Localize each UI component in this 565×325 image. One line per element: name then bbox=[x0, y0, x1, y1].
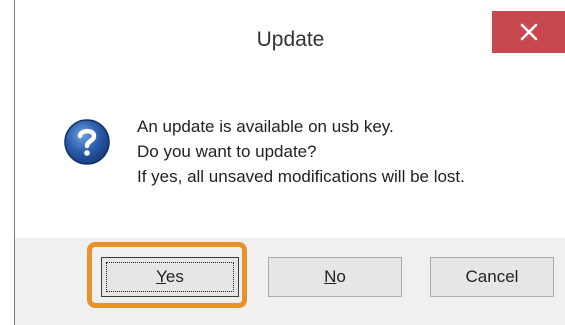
button-bar: Yes No Cancel bbox=[15, 238, 565, 325]
message-text: An update is available on usb key. Do yo… bbox=[137, 114, 465, 189]
question-icon bbox=[64, 119, 110, 165]
cancel-button[interactable]: Cancel bbox=[430, 257, 554, 297]
message-line: Do you want to update? bbox=[137, 142, 317, 161]
update-dialog: Update An update is available on usb key… bbox=[14, 0, 565, 325]
message-line: An update is available on usb key. bbox=[137, 117, 394, 136]
close-button[interactable] bbox=[492, 11, 565, 53]
dialog-body: An update is available on usb key. Do yo… bbox=[15, 88, 565, 238]
no-label: No bbox=[324, 267, 346, 286]
title-bar: Update bbox=[15, 0, 565, 88]
close-icon bbox=[520, 23, 538, 41]
dialog-title: Update bbox=[256, 28, 325, 51]
focus-ring bbox=[106, 262, 234, 292]
message-line: If yes, all unsaved modifications will b… bbox=[137, 167, 465, 186]
yes-button[interactable]: Yes bbox=[101, 257, 239, 297]
no-button[interactable]: No bbox=[268, 257, 402, 297]
cancel-label: Cancel bbox=[465, 267, 519, 286]
